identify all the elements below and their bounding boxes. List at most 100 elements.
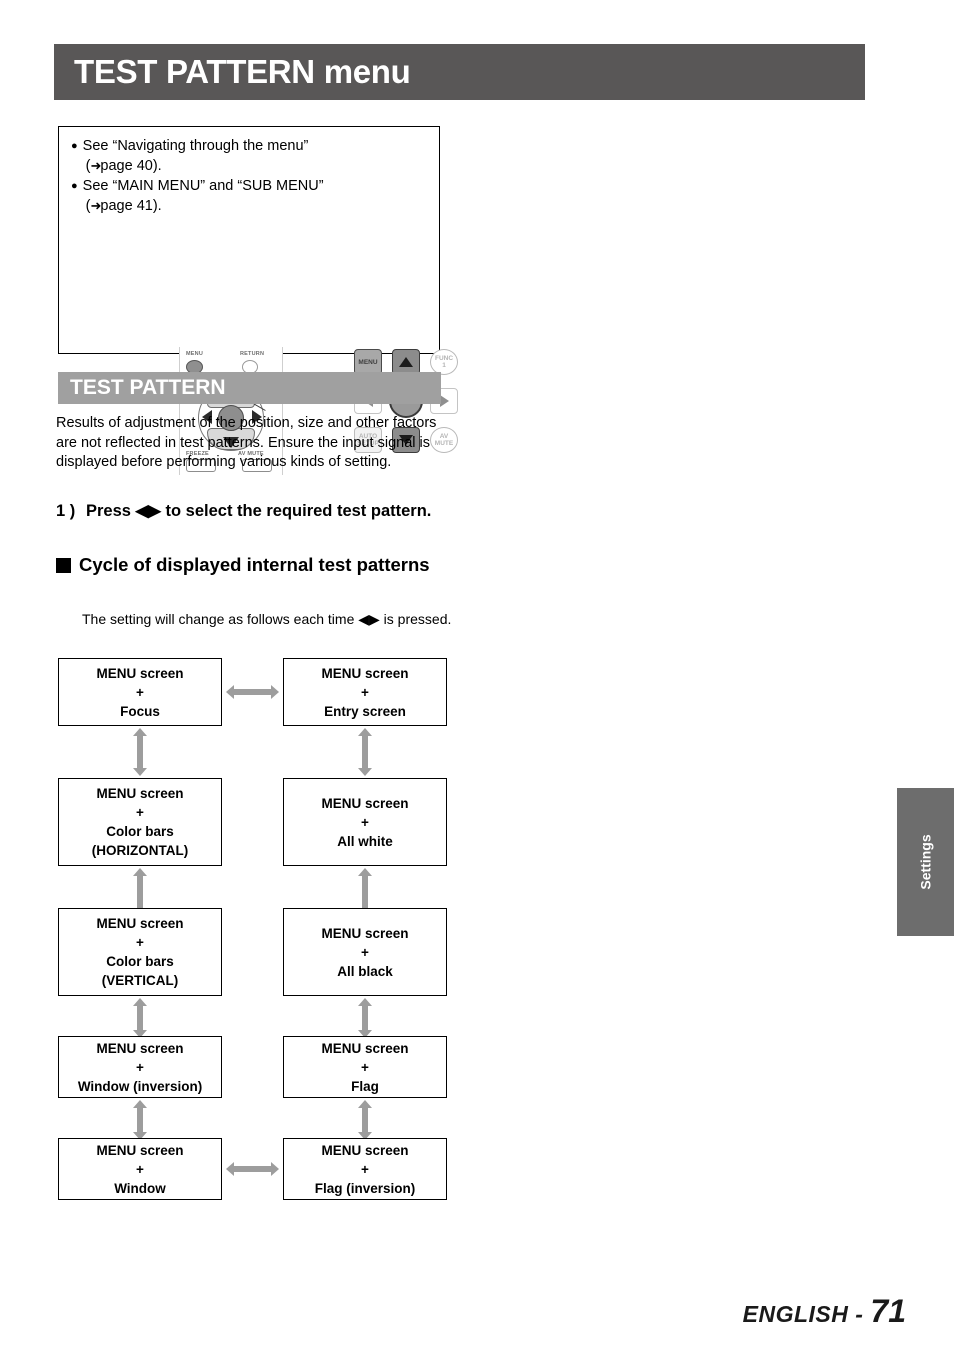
subsection-paragraph: The setting will change as follows each …: [82, 611, 452, 627]
bullet-icon: ●: [71, 140, 78, 152]
flow-box-plus: +: [136, 1161, 144, 1177]
arrow-head-left-icon: [226, 685, 234, 699]
flow-box-line-1: MENU screen: [321, 795, 409, 811]
note-line-2: (➜page 41).: [83, 196, 324, 216]
up-arrow-icon: [399, 357, 413, 367]
flow-box-label: Color bars: [106, 824, 174, 839]
flow-box-label: Flag: [351, 1078, 379, 1094]
flow-box-window: MENU screen + Window: [58, 1138, 222, 1200]
square-bullet-icon: [56, 558, 71, 573]
flow-box-plus: +: [361, 684, 369, 700]
arrow-head-left-icon: [226, 1162, 234, 1176]
page-title-main: TEST PATTERN: [74, 53, 315, 90]
flow-arrow-horizontal-bottom: [226, 1162, 279, 1176]
flow-box-line-1: MENU screen: [321, 665, 409, 681]
page-ref-text: page 40).: [100, 158, 162, 174]
flow-box-label: All black: [337, 963, 393, 979]
flow-box-color-bars-vertical: MENU screen + Color bars (VERTICAL): [58, 908, 222, 996]
step-text: Press ◀▶ to select the required test pat…: [86, 502, 432, 520]
bullet-icon: ●: [71, 180, 78, 192]
flow-box-line-1: MENU screen: [96, 1040, 184, 1056]
flow-box-label: Window: [114, 1180, 166, 1196]
flow-arrow-vertical-left-3: [133, 998, 147, 1038]
flow-arrow-horizontal-top: [226, 685, 279, 699]
panel-func-label: FUNC: [434, 355, 454, 362]
flow-box-label: Focus: [120, 703, 160, 719]
step-number: 1 ): [56, 502, 76, 520]
flow-box-plus: +: [361, 1161, 369, 1177]
footer-page-number: 71: [870, 1293, 906, 1329]
test-pattern-cycle-flowchart: MENU screen + Focus MENU screen + Entry …: [58, 658, 448, 1208]
page-ref-text: page 41).: [100, 198, 162, 214]
arrow-head-up-icon: [133, 728, 147, 736]
arrow-shaft: [362, 875, 368, 909]
note-box: ● See “Navigating through the menu” (➜pa…: [58, 126, 458, 475]
arrow-head-up-icon: [358, 1100, 372, 1108]
flow-box-window-inversion: MENU screen + Window (inversion): [58, 1036, 222, 1098]
flow-box-plus: +: [361, 944, 369, 960]
arrow-shaft: [233, 1166, 272, 1172]
subsection-heading-text: Cycle of displayed internal test pattern…: [79, 554, 430, 575]
arrow-shaft: [137, 1005, 143, 1031]
arrow-head-up-icon: [358, 868, 372, 876]
arrow-shaft: [362, 1005, 368, 1031]
arrow-head-down-icon: [133, 768, 147, 776]
section-header-label: TEST PATTERN: [70, 376, 226, 399]
page-footer: ENGLISH - 71: [743, 1293, 906, 1330]
flow-box-label: All white: [337, 833, 393, 849]
flow-box-all-white: MENU screen + All white: [283, 778, 447, 866]
flow-arrow-vertical-right-1: [358, 728, 372, 776]
page-ref-arrow-icon: ➜: [90, 198, 102, 213]
flow-box-entry-screen: MENU screen + Entry screen: [283, 658, 447, 726]
arrow-shaft: [137, 1107, 143, 1133]
flow-box-plus: +: [136, 935, 144, 950]
flow-arrow-vertical-left-1: [133, 728, 147, 776]
arrow-shaft: [137, 875, 143, 909]
arrow-shaft: [233, 689, 272, 695]
arrow-shaft: [137, 735, 143, 769]
flow-arrow-vertical-right-3: [358, 998, 372, 1038]
side-tab-label: Settings: [917, 834, 934, 890]
flow-box-line-1: MENU screen: [96, 916, 184, 931]
flow-box-line-1: MENU screen: [96, 1142, 184, 1158]
flow-box-line-1: MENU screen: [321, 925, 409, 941]
remote-return-label: RETURN: [240, 351, 265, 357]
panel-av-mute-line1: AV: [439, 433, 449, 440]
arrow-head-up-icon: [133, 1100, 147, 1108]
flow-box-line-1: MENU screen: [321, 1040, 409, 1056]
arrow-head-right-icon: [271, 685, 279, 699]
section-paragraph: Results of adjustment of the position, s…: [56, 415, 437, 470]
remote-menu-label: MENU: [186, 351, 203, 357]
page-title-banner: TEST PATTERN menu: [54, 44, 865, 100]
flow-box-label: Entry screen: [324, 703, 406, 719]
flow-box-all-black: MENU screen + All black: [283, 908, 447, 996]
flow-box-line-1: MENU screen: [96, 786, 184, 801]
step-1: 1 ) Press ◀▶ to select the required test…: [56, 500, 456, 522]
note-line-1: See “Navigating through the menu”: [82, 138, 309, 154]
side-tab-settings: Settings: [897, 788, 954, 936]
flow-box-label-2: (VERTICAL): [101, 973, 179, 988]
arrow-head-up-icon: [133, 998, 147, 1006]
note-text: See “Navigating through the menu” (➜page…: [83, 137, 309, 176]
note-list: ● See “Navigating through the menu” (➜pa…: [59, 127, 439, 216]
arrow-head-up-icon: [358, 728, 372, 736]
footer-language: ENGLISH -: [742, 1301, 864, 1327]
subsection-heading: Cycle of displayed internal test pattern…: [56, 553, 456, 577]
flow-box-flag: MENU screen + Flag: [283, 1036, 447, 1098]
arrow-shaft: [362, 735, 368, 769]
flow-box-plus: +: [136, 805, 144, 820]
arrow-shaft: [362, 1107, 368, 1133]
note-item: ● See “Navigating through the menu” (➜pa…: [71, 137, 439, 176]
flow-box-plus: +: [136, 1059, 144, 1075]
arrow-head-up-icon: [133, 868, 147, 876]
note-line-1: See “MAIN MENU” and “SUB MENU”: [82, 178, 324, 194]
note-line-2: (➜page 40).: [83, 156, 309, 176]
flow-arrow-vertical-left-4: [133, 1100, 147, 1140]
panel-func-number: 1: [442, 362, 446, 369]
arrow-head-down-icon: [358, 768, 372, 776]
flow-box-label: Color bars: [106, 954, 174, 969]
note-text: See “MAIN MENU” and “SUB MENU” (➜page 41…: [83, 177, 324, 216]
flow-box-line-1: MENU screen: [96, 665, 184, 681]
flow-box-label: Flag (inversion): [314, 1180, 416, 1196]
note-item: ● See “MAIN MENU” and “SUB MENU” (➜page …: [71, 177, 439, 216]
